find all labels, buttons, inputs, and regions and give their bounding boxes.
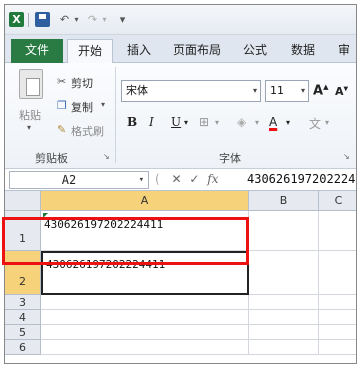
font-name-value: 宋体 [126, 84, 148, 97]
cell-b2[interactable] [249, 251, 319, 295]
tab-review[interactable]: 审 [331, 39, 356, 63]
ribbon-home: 粘贴 ▾ ✂ 剪切 ❐ 复制 ▾ ✎ 格式刷 剪贴板 ↘ 宋体 ▾ 11 ▾ A… [5, 63, 356, 169]
font-color-icon[interactable]: A [269, 115, 277, 129]
cell-a5[interactable] [41, 325, 249, 340]
row-header-4[interactable]: 4 [5, 310, 41, 325]
borders-dropdown-icon[interactable]: ▾ [215, 118, 219, 127]
highlight-box [2, 217, 249, 265]
font-size-value: 11 [270, 84, 284, 97]
font-size-select[interactable]: 11 ▾ [265, 80, 309, 102]
formula-bar: A2 ▾ ( ✕ ✓ fx 430626197202224411 [5, 169, 356, 191]
undo-dropdown-icon[interactable]: ▾ [69, 12, 84, 27]
tab-page-layout[interactable]: 页面布局 [167, 39, 227, 63]
tab-data[interactable]: 数据 [285, 39, 321, 63]
formula-input[interactable]: 430626197202224411 [243, 171, 356, 189]
name-box[interactable]: A2 ▾ [9, 171, 149, 189]
column-header-a[interactable]: A [41, 191, 249, 211]
font-launcher-icon[interactable]: ↘ [343, 152, 350, 161]
cell-b1[interactable] [249, 211, 319, 251]
chevron-down-icon: ▾ [252, 86, 257, 95]
phonetic-dropdown-icon[interactable]: ▾ [325, 118, 329, 127]
format-painter-button[interactable]: 格式刷 [71, 123, 104, 139]
copy-icon: ❐ [57, 99, 67, 112]
toolbar-separator [28, 13, 29, 27]
format-painter-icon: ✎ [57, 123, 67, 136]
grow-font-icon[interactable]: A▲ [313, 83, 328, 98]
paste-dropdown-icon[interactable]: ▾ [27, 123, 31, 132]
cell-c2[interactable] [319, 251, 356, 295]
excel-window: X ↶ ▾ ↷ ▾ ▾ 文件 开始 插入 页面布局 公式 数据 审 粘贴 ▾ ✂… [4, 4, 357, 364]
underline-dropdown-icon[interactable]: ▾ [184, 118, 188, 127]
ribbon-tabs: 文件 开始 插入 页面布局 公式 数据 审 [5, 35, 356, 64]
shrink-font-icon[interactable]: A▼ [335, 85, 348, 98]
font-group-label: 字体 [219, 152, 241, 165]
select-all-corner[interactable] [5, 191, 41, 211]
quick-access-toolbar: X ↶ ▾ ↷ ▾ ▾ [5, 5, 356, 35]
bold-button[interactable]: B [127, 115, 137, 129]
excel-logo-icon[interactable]: X [9, 12, 24, 27]
cell-a3[interactable] [41, 295, 249, 310]
resize-handle-icon[interactable]: ( [155, 172, 160, 186]
enter-icon[interactable]: ✓ [189, 172, 199, 186]
cell-a4[interactable] [41, 310, 249, 325]
underline-button[interactable]: U [171, 115, 181, 129]
redo-dropdown-icon[interactable]: ▾ [97, 12, 112, 27]
italic-button[interactable]: I [149, 115, 154, 129]
group-separator [115, 67, 116, 163]
cancel-icon[interactable]: ✕ [172, 172, 182, 186]
paste-button[interactable]: 粘贴 [19, 107, 41, 123]
tab-home[interactable]: 开始 [67, 39, 113, 64]
fill-color-icon[interactable]: ◈ [237, 115, 246, 129]
tab-formulas[interactable]: 公式 [237, 39, 273, 63]
clipboard-launcher-icon[interactable]: ↘ [103, 152, 110, 161]
tab-insert[interactable]: 插入 [121, 39, 157, 63]
cell-c4[interactable] [319, 310, 356, 325]
clipboard-group-label: 剪贴板 [35, 152, 68, 165]
insert-function-icon[interactable]: fx [207, 172, 218, 186]
chevron-down-icon: ▾ [300, 86, 305, 95]
tab-file[interactable]: 文件 [11, 39, 63, 63]
cell-b3[interactable] [249, 295, 319, 310]
cell-a6[interactable] [41, 340, 249, 355]
row-header-6[interactable]: 6 [5, 340, 41, 355]
copy-button[interactable]: 复制 [71, 99, 93, 115]
cell-b4[interactable] [249, 310, 319, 325]
save-icon[interactable] [35, 12, 50, 27]
cell-b6[interactable] [249, 340, 319, 355]
row-header-3[interactable]: 3 [5, 295, 41, 310]
row-header-5[interactable]: 5 [5, 325, 41, 340]
borders-icon[interactable]: ⊞ [199, 115, 209, 129]
cut-button[interactable]: 剪切 [71, 75, 93, 91]
font-name-select[interactable]: 宋体 ▾ [121, 80, 261, 102]
customize-qat-icon[interactable]: ▾ [115, 12, 130, 27]
copy-dropdown-icon[interactable]: ▾ [101, 100, 105, 109]
cell-c1[interactable] [319, 211, 356, 251]
font-color-dropdown-icon[interactable]: ▾ [286, 118, 290, 127]
scissors-icon: ✂ [57, 75, 67, 88]
chevron-down-icon: ▾ [138, 175, 144, 185]
formula-buttons: ( ✕ ✓ fx [155, 172, 219, 186]
fill-color-dropdown-icon[interactable]: ▾ [255, 118, 259, 127]
paste-icon[interactable] [19, 69, 43, 99]
cell-c5[interactable] [319, 325, 356, 340]
phonetic-icon[interactable]: 文 [309, 115, 321, 132]
cell-c6[interactable] [319, 340, 356, 355]
name-box-value: A2 [61, 173, 77, 187]
cell-b5[interactable] [249, 325, 319, 340]
column-header-c[interactable]: C [319, 191, 356, 211]
column-header-b[interactable]: B [249, 191, 319, 211]
cell-c3[interactable] [319, 295, 356, 310]
